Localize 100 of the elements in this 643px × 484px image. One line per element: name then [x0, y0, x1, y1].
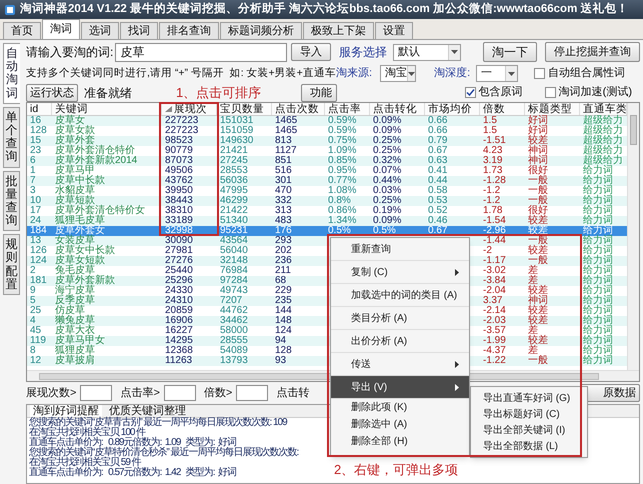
table-cell-text: 47995 [220, 186, 249, 196]
table-cell-text: 4.23 [483, 146, 504, 156]
table-cell-text: 14295 [165, 336, 194, 346]
table-cell-text: 给力词 [583, 226, 614, 236]
table-cell-text: 15 [30, 136, 42, 146]
table-cell-text: 98523 [165, 136, 194, 146]
table-cell-text: 神词 [528, 156, 549, 166]
table-cell-text: 给力词 [583, 176, 614, 186]
table-cell-text: 0.66 [428, 126, 448, 136]
log-line: 您搜索的关键词“皮草青古别” 最近一周平均每日展现次数次数: 109 [28, 418, 287, 428]
table-cell-text: 给力词 [583, 236, 614, 246]
table-cell-text: 兔毛皮草 [55, 266, 95, 276]
log-line: 在淘宝共找到相关宝贝 59 件 [28, 458, 141, 468]
table-cell: 超级给力 [583, 146, 624, 156]
table-cell-text: 16 [30, 116, 42, 126]
table-cell-text: 0.66 [428, 116, 448, 126]
table-cell-text: 176 [275, 226, 293, 236]
table-cell-text: 28555 [220, 336, 249, 346]
table-cell-text: 516 [275, 166, 293, 176]
table-cell-text: 7 [30, 176, 37, 186]
table-cell-text: 16227 [165, 326, 194, 336]
table-cell-text: 0.09% [373, 126, 402, 136]
table-cell-text: 较差 [528, 136, 549, 146]
table-cell-text: 17 [30, 206, 42, 216]
table-cell-text: 21421 [220, 146, 249, 156]
table-cell-text: 1127 [275, 146, 298, 156]
table-cell-text: 0.46 [428, 216, 448, 226]
table-cell-text: 差 [528, 346, 538, 356]
table-cell-text: 獭兔皮草 [55, 316, 96, 326]
table-cell-text: 128 [30, 126, 48, 136]
table-cell-text: 给力词 [583, 166, 614, 176]
table-cell-text: 2 [30, 266, 37, 276]
table-cell-text: 301 [275, 176, 293, 186]
checkbox-label: 淘词加速(测试) [558, 85, 632, 100]
table-cell-text: 狐狸皮草 [55, 346, 96, 356]
table-cell-text: 给力词 [583, 246, 614, 256]
log-line: 在淘宝共找到相关宝贝 100 件 [28, 428, 146, 438]
table-cell-text: 1 [30, 166, 37, 176]
table-cell-text: 44762 [220, 306, 249, 316]
table-cell-text: 给力词 [583, 256, 614, 266]
table-cell-text: 470 [275, 186, 293, 196]
table-cell-text: 海宁皮草 [55, 286, 96, 296]
table-cell-text: 851 [275, 156, 293, 166]
table-cell-text: 仿皮草 [55, 306, 85, 316]
table-cell-text: 较差 [528, 336, 549, 346]
table-cell-text: 好词 [528, 126, 549, 136]
table-cell-text: 给力词 [583, 216, 614, 226]
table-cell-text: -3.02 [483, 266, 507, 276]
table-cell-text: 0.52 [428, 206, 448, 216]
table-cell-text: 126 [30, 246, 48, 256]
table-cell-text: 51340 [220, 216, 249, 226]
field-label: 服务选择 [338, 44, 387, 61]
log-line: 您搜索的关键词“皮草特价清仓秒杀” 最近一周平均每日展现次数次数: [28, 448, 298, 458]
table-cell-text: 较差 [528, 306, 549, 316]
table-cell-text: 149630 [220, 136, 254, 146]
table-cell-text: 给力词 [583, 306, 614, 316]
table-cell-text: 皮草女短款 [55, 256, 106, 266]
table-cell-text: 较差 [528, 316, 549, 326]
table-cell-text: 13793 [220, 356, 249, 366]
table-cell-text: 24 [30, 216, 42, 226]
table-cell-text: 293 [275, 236, 293, 246]
table-cell-text: 0.79 [428, 136, 448, 146]
table-cell-text: 30090 [165, 236, 194, 246]
table-cell-text: 0.59% [328, 116, 358, 126]
table-cell-text: 0.67 [428, 226, 448, 236]
table-cell-text: 68 [275, 276, 288, 286]
table-cell-text: 一般 [528, 356, 549, 366]
table-cell-text: 给力词 [583, 206, 614, 216]
checkbox-label: 自动组合属性词 [548, 66, 626, 82]
table-cell-text: -1.28 [483, 176, 507, 186]
table-cell-text: 6 [30, 156, 37, 166]
annotation-text: 1、点击可排序 [176, 84, 262, 102]
table-cell-text: 202 [275, 246, 293, 256]
table-cell-text: 给力词 [583, 276, 614, 286]
window-title: 淘词神器2014 V1.22 最牛的关键词挖掘、分析助手 淘六六论坛bbs.tao66.com 加公众微信:wwwtao66com 送礼包！ [20, 1, 628, 17]
table-cell-text: 5 [30, 296, 37, 306]
table-cell-text: 1465 [275, 126, 298, 136]
table-cell-text: 227223 [165, 116, 200, 126]
table-cell-text: -2.14 [483, 306, 507, 316]
table-cell-text: 较差 [528, 216, 549, 226]
table-cell-text: 28553 [220, 166, 249, 176]
table-cell-text: 3.37 [483, 296, 504, 306]
table-cell-text: 较差 [528, 246, 549, 256]
table-cell-text: 皮草外套清仓特价 [55, 146, 136, 156]
table-cell-text: 148 [275, 316, 293, 326]
table-cell-text: 给力词 [583, 196, 614, 206]
table-cell-text: 76984 [220, 266, 249, 276]
table-cell-text: 0.5% [373, 226, 397, 236]
table-cell-text: 一般 [528, 186, 549, 196]
table-cell-text: 给力词 [583, 316, 614, 326]
table-cell-text: 0.19% [373, 206, 402, 216]
status-text: 准备就绪 [84, 84, 132, 102]
table-cell-text: 95231 [220, 226, 249, 236]
table-cell-text: -2 [483, 246, 493, 256]
table-cell-text: 皮草大衣 [55, 326, 95, 336]
table-cell-text: 0.32% [373, 156, 402, 166]
table-cell-text: 12 [30, 356, 42, 366]
table-cell-text: 32998 [165, 226, 194, 236]
table-cell-text: 给力词 [583, 186, 614, 196]
table-cell-text: 皮草外套新款 [55, 276, 116, 286]
